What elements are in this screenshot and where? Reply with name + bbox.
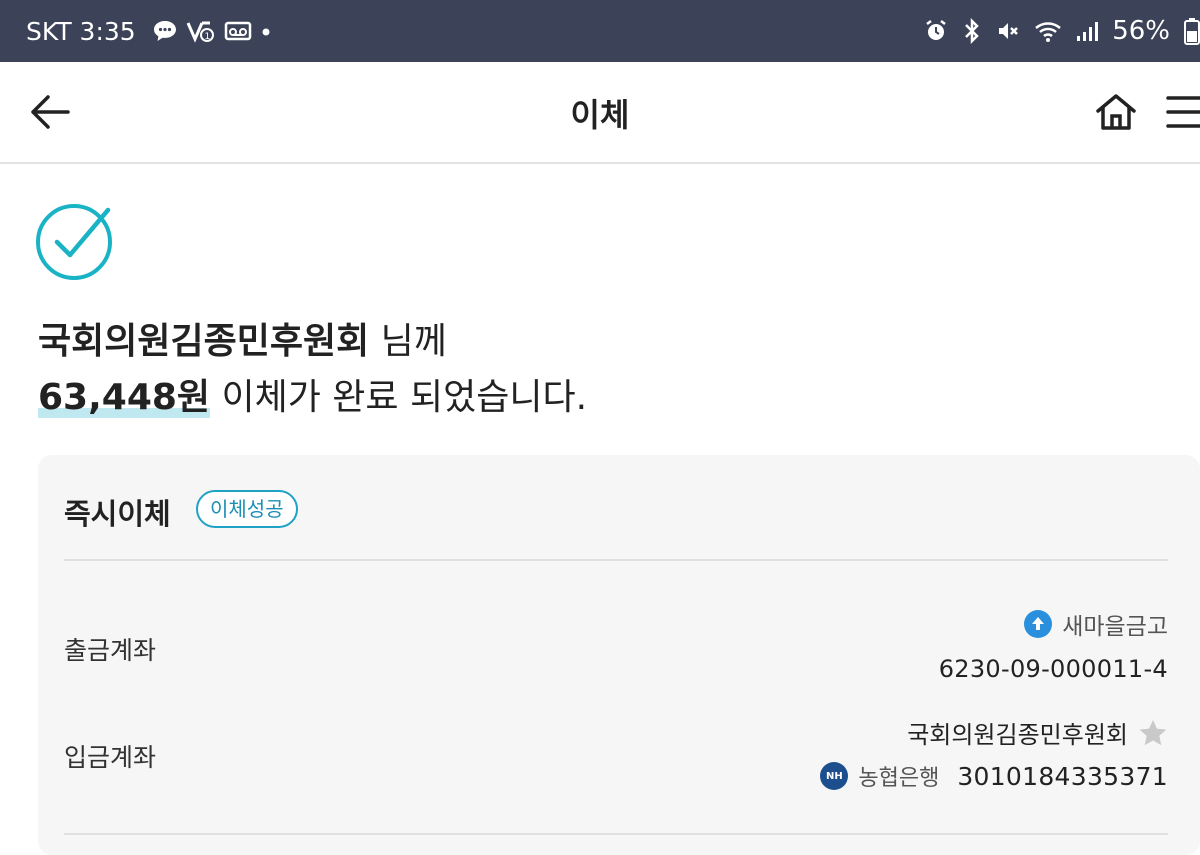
- status-badge: 이체성공: [196, 490, 298, 528]
- to-bank-name: 농협은행: [858, 766, 940, 791]
- success-check-icon: [35, 200, 117, 282]
- menu-button[interactable]: [1164, 94, 1200, 130]
- carrier-label: SKT 3:35: [26, 17, 136, 46]
- result-amount-line: 63,448원 이체가 완료 되었습니다.: [38, 368, 587, 420]
- from-bank-name: 새마을금고: [1062, 614, 1168, 640]
- app-header: 이체: [0, 62, 1200, 164]
- home-icon: [1096, 94, 1136, 130]
- to-account-label: 입금계좌: [64, 743, 157, 772]
- transfer-type-title: 즉시이체: [64, 497, 171, 531]
- alarm-icon: [924, 19, 948, 43]
- nh-bank-logo-icon: NH: [820, 762, 849, 790]
- recipient-name: 국회의원김종민후원회: [38, 321, 370, 362]
- voicemail-icon: [224, 19, 252, 43]
- carrier-text: SKT: [26, 16, 72, 46]
- divider: [64, 559, 1168, 561]
- transfer-amount: 63,448원: [38, 377, 211, 418]
- divider: [64, 833, 1168, 835]
- status-bar-left: SKT 3:35 1: [26, 0, 272, 62]
- notification-icons: 1: [152, 19, 272, 43]
- favorite-star-button[interactable]: [1138, 718, 1168, 748]
- mg-bank-logo-icon: [1024, 610, 1053, 638]
- home-button[interactable]: [1094, 92, 1138, 132]
- to-recipient-name: 국회의원김종민후원회: [907, 721, 1128, 749]
- wifi-icon: [1034, 19, 1062, 43]
- from-bank: 새마을금고: [1024, 607, 1168, 641]
- result-recipient-line: 국회의원김종민후원회 님께: [38, 312, 447, 364]
- network-speed-icon: 1: [186, 19, 216, 43]
- to-recipient-row: 국회의원김종민후원회: [907, 715, 1168, 750]
- battery-percent: 56%: [1112, 16, 1170, 46]
- battery-icon: [1184, 17, 1200, 45]
- completion-message: 이체가 완료 되었습니다.: [210, 377, 588, 418]
- to-bank-row: NH 농협은행 3010184335371: [820, 760, 1168, 792]
- clock-text: 3:35: [79, 16, 136, 46]
- from-account-number: 6230-09-000011-4: [938, 655, 1168, 683]
- page-title: 이체: [570, 96, 630, 134]
- honorific-text: 님께: [369, 321, 447, 362]
- status-bar-right: 56%: [924, 0, 1200, 62]
- hamburger-menu-icon: [1166, 96, 1200, 128]
- bluetooth-icon: [962, 18, 982, 44]
- chat-icon: [152, 19, 178, 43]
- transfer-detail-card: 즉시이체 이체성공 출금계좌 새마을금고 6230-09-000011-4 입금…: [38, 455, 1200, 855]
- svg-text:1: 1: [204, 32, 210, 42]
- star-icon: [1139, 719, 1167, 745]
- mute-icon: [996, 19, 1020, 43]
- status-bar: SKT 3:35 1 56%: [0, 0, 1200, 62]
- from-account-label: 출금계좌: [64, 636, 157, 665]
- dot-icon: [260, 19, 272, 43]
- signal-icon: [1076, 19, 1099, 43]
- to-account-number: 3010184335371: [957, 761, 1168, 791]
